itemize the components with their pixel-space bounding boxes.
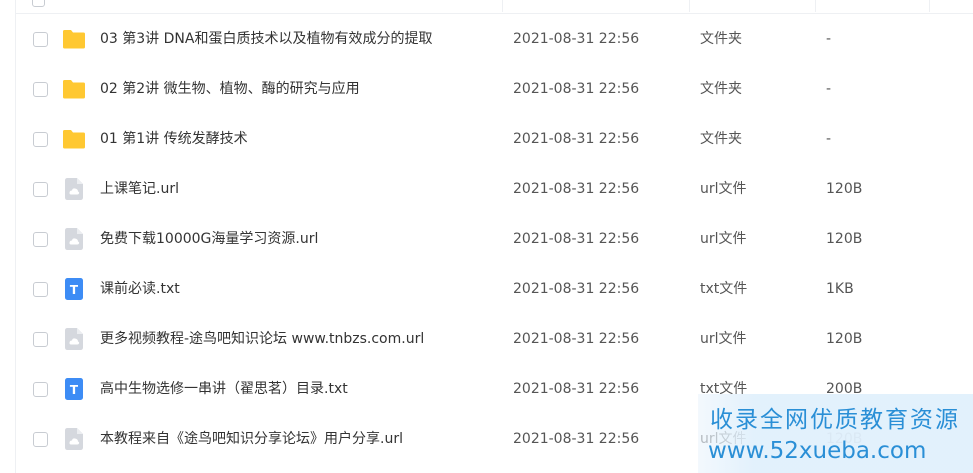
- file-date: 2021-08-31 22:56: [513, 381, 640, 397]
- select-all-checkbox[interactable]: [32, 0, 45, 7]
- file-date: 2021-08-31 22:56: [513, 31, 640, 47]
- file-row[interactable]: 免费下载10000G海量学习资源.url 2021-08-31 22:56 url文…: [16, 214, 973, 264]
- url-file-icon: [62, 428, 86, 450]
- row-checkbox[interactable]: [33, 232, 48, 247]
- file-type: 文件夹: [700, 81, 742, 97]
- folder-icon: [62, 128, 86, 150]
- watermark-banner: 收录全网优质教育资源 www.52xueba.com: [698, 394, 973, 473]
- file-type: 文件夹: [700, 131, 742, 147]
- file-size: 1KB: [826, 281, 854, 297]
- header-divider: [689, 0, 690, 12]
- file-date: 2021-08-31 22:56: [513, 331, 640, 347]
- file-type: txt文件: [700, 281, 748, 297]
- row-checkbox[interactable]: [33, 132, 48, 147]
- file-row[interactable]: T 课前必读.txt 2021-08-31 22:56 txt文件 1KB: [16, 264, 973, 314]
- url-file-icon: [62, 328, 86, 350]
- row-checkbox[interactable]: [33, 182, 48, 197]
- folder-icon: [62, 28, 86, 50]
- folder-icon: [62, 78, 86, 100]
- file-size: 120B: [826, 181, 863, 197]
- svg-text:T: T: [70, 283, 79, 297]
- row-checkbox[interactable]: [33, 32, 48, 47]
- txt-file-icon: T: [62, 278, 86, 300]
- file-date: 2021-08-31 22:56: [513, 81, 640, 97]
- file-name[interactable]: 02 第2讲 微生物、植物、酶的研究与应用: [100, 64, 360, 114]
- file-type: url文件: [700, 181, 747, 197]
- txt-file-icon: T: [62, 378, 86, 400]
- row-checkbox[interactable]: [33, 332, 48, 347]
- file-type: url文件: [700, 331, 747, 347]
- file-date: 2021-08-31 22:56: [513, 281, 640, 297]
- file-size: -: [826, 31, 832, 47]
- file-date: 2021-08-31 22:56: [513, 231, 640, 247]
- file-date: 2021-08-31 22:56: [513, 131, 640, 147]
- url-file-icon: [62, 228, 86, 250]
- file-size: 120B: [826, 231, 863, 247]
- file-name[interactable]: 本教程来自《途鸟吧知识分享论坛》用户分享.url: [100, 414, 403, 464]
- header-divider: [929, 0, 930, 12]
- file-row[interactable]: 01 第1讲 传统发酵技术 2021-08-31 22:56 文件夹 -: [16, 114, 973, 164]
- row-checkbox[interactable]: [33, 282, 48, 297]
- file-type: 文件夹: [700, 31, 742, 47]
- table-header: [16, 0, 973, 14]
- file-size: -: [826, 131, 832, 147]
- watermark-slogan: 收录全网优质教育资源: [710, 407, 960, 433]
- row-checkbox[interactable]: [33, 432, 48, 447]
- row-checkbox[interactable]: [33, 382, 48, 397]
- file-row[interactable]: 上课笔记.url 2021-08-31 22:56 url文件 120B: [16, 164, 973, 214]
- file-name[interactable]: 高中生物选修一串讲（翟思茗）目录.txt: [100, 364, 348, 414]
- file-row[interactable]: 更多视频教程-途鸟吧知识论坛 www.tnbzs.com.url 2021-08-…: [16, 314, 973, 364]
- file-date: 2021-08-31 22:56: [513, 181, 640, 197]
- row-checkbox[interactable]: [33, 82, 48, 97]
- file-type: url文件: [700, 231, 747, 247]
- header-divider: [502, 0, 503, 12]
- svg-text:T: T: [70, 383, 79, 397]
- file-name[interactable]: 课前必读.txt: [100, 264, 180, 314]
- file-size: -: [826, 81, 832, 97]
- file-name[interactable]: 01 第1讲 传统发酵技术: [100, 114, 248, 164]
- file-name[interactable]: 更多视频教程-途鸟吧知识论坛 www.tnbzs.com.url: [100, 314, 424, 364]
- watermark-url: www.52xueba.com: [708, 438, 927, 464]
- file-size: 120B: [826, 331, 863, 347]
- header-divider: [815, 0, 816, 12]
- file-name[interactable]: 03 第3讲 DNA和蛋白质技术以及植物有效成分的提取: [100, 14, 432, 64]
- file-name[interactable]: 上课笔记.url: [100, 164, 179, 214]
- url-file-icon: [62, 178, 86, 200]
- file-date: 2021-08-31 22:56: [513, 431, 640, 447]
- file-row[interactable]: 02 第2讲 微生物、植物、酶的研究与应用 2021-08-31 22:56 文件夹…: [16, 64, 973, 114]
- file-name[interactable]: 免费下载10000G海量学习资源.url: [100, 214, 318, 264]
- file-row[interactable]: 03 第3讲 DNA和蛋白质技术以及植物有效成分的提取 2021-08-31 22…: [16, 14, 973, 64]
